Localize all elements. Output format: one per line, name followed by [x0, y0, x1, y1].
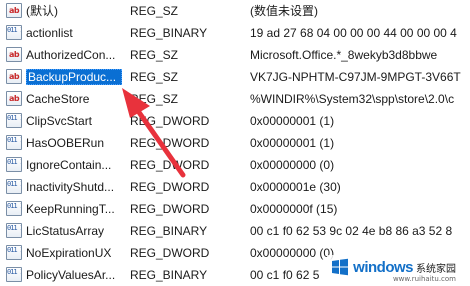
- value-type: REG_SZ: [130, 92, 179, 106]
- value-data: 0x0000000f (15): [250, 202, 338, 216]
- registry-value-row[interactable]: 011 110 HasOOBERun REG_DWORD 0x00000001 (1): [0, 132, 470, 154]
- string-value-icon: ab: [6, 69, 22, 84]
- value-name[interactable]: (默认): [26, 3, 122, 19]
- value-type: REG_DWORD: [130, 158, 210, 172]
- value-type: REG_DWORD: [130, 202, 210, 216]
- string-value-icon: ab: [6, 3, 22, 18]
- watermark-subtitle: 系统家园: [416, 263, 456, 275]
- value-name[interactable]: PolicyValuesAr...: [26, 267, 122, 283]
- value-name[interactable]: BackupProduc...: [26, 69, 122, 85]
- value-name[interactable]: CacheStore: [26, 91, 122, 107]
- value-name[interactable]: IgnoreContain...: [26, 157, 122, 173]
- binary-value-icon: 011 110: [6, 179, 22, 194]
- value-data: (数值未设置): [250, 4, 318, 18]
- value-name[interactable]: ClipSvcStart: [26, 113, 122, 129]
- registry-value-row[interactable]: 011 110 KeepRunningT... REG_DWORD 0x0000000…: [0, 198, 470, 220]
- binary-value-icon: 011 110: [6, 245, 22, 260]
- binary-value-icon: 011 110: [6, 157, 22, 172]
- value-type: REG_SZ: [130, 70, 179, 84]
- watermark: windows 系统家园 www.ruihaitu.com: [327, 255, 460, 283]
- watermark-brand: windows: [353, 258, 413, 276]
- binary-value-icon: 011 110: [6, 135, 22, 150]
- registry-value-row[interactable]: ab BackupProduc... REG_SZ VK7JG-NPHTM-C97JM…: [0, 66, 470, 88]
- value-name[interactable]: actionlist: [26, 25, 122, 41]
- value-name[interactable]: KeepRunningT...: [26, 201, 122, 217]
- string-value-icon: ab: [6, 91, 22, 106]
- value-type: REG_DWORD: [130, 246, 210, 260]
- registry-value-row[interactable]: ab CacheStore REG_SZ %WINDIR%\System32\spp\…: [0, 88, 470, 110]
- value-data: Microsoft.Office.*_8wekyb3d8bbwe: [250, 48, 438, 62]
- value-type: REG_DWORD: [130, 180, 210, 194]
- value-data: 19 ad 27 68 04 00 00 00 44 00 00 00 4: [250, 26, 457, 40]
- value-data: 0x00000001 (1): [250, 136, 335, 150]
- value-type: REG_SZ: [130, 4, 179, 18]
- value-data: 0x00000000 (0): [250, 158, 335, 172]
- value-data: %WINDIR%\System32\spp\store\2.0\c: [250, 92, 455, 106]
- registry-value-row[interactable]: 011 110 InactivityShutd... REG_DWORD 0x0000…: [0, 176, 470, 198]
- registry-value-row[interactable]: 011 110 IgnoreContain... REG_DWORD 0x000000…: [0, 154, 470, 176]
- value-type: REG_DWORD: [130, 136, 210, 150]
- value-name[interactable]: InactivityShutd...: [26, 179, 122, 195]
- registry-value-row[interactable]: ab (默认) REG_SZ (数值未设置): [0, 0, 470, 22]
- value-type: REG_DWORD: [130, 114, 210, 128]
- windows-logo-icon: [332, 258, 349, 276]
- registry-value-row[interactable]: 011 110 LicStatusArray REG_BINARY 00 c1 f0 …: [0, 220, 470, 242]
- binary-value-icon: 011 110: [6, 25, 22, 40]
- registry-value-row[interactable]: ab AuthorizedCon... REG_SZ Microsoft.Office…: [0, 44, 470, 66]
- binary-value-icon: 011 110: [6, 267, 22, 282]
- string-value-icon: ab: [6, 47, 22, 62]
- binary-value-icon: 011 110: [6, 223, 22, 238]
- watermark-url: www.ruihaitu.com: [392, 275, 456, 283]
- registry-value-row[interactable]: 011 110 actionlist REG_BINARY 19 ad 27 68 0…: [0, 22, 470, 44]
- binary-value-icon: 011 110: [6, 113, 22, 128]
- registry-value-row[interactable]: 011 110 ClipSvcStart REG_DWORD 0x00000001 (…: [0, 110, 470, 132]
- value-data: 0x00000001 (1): [250, 114, 335, 128]
- value-type: REG_BINARY: [130, 268, 208, 282]
- binary-value-icon: 011 110: [6, 201, 22, 216]
- registry-value-list: ab (默认) REG_SZ (数值未设置) 011 110 actionlist REG_…: [0, 0, 470, 286]
- value-name[interactable]: NoExpirationUX: [26, 245, 122, 261]
- value-type: REG_BINARY: [130, 26, 208, 40]
- value-data: 0x0000001e (30): [250, 180, 341, 194]
- value-name[interactable]: HasOOBERun: [26, 135, 122, 151]
- value-data: 00 c1 f0 62 53 9c 02 4e b8 86 a3 52 8: [250, 224, 453, 238]
- value-data: VK7JG-NPHTM-C97JM-9MPGT-3V66T: [250, 70, 461, 84]
- value-name[interactable]: AuthorizedCon...: [26, 47, 122, 63]
- value-name[interactable]: LicStatusArray: [26, 223, 122, 239]
- value-type: REG_SZ: [130, 48, 179, 62]
- value-type: REG_BINARY: [130, 224, 208, 238]
